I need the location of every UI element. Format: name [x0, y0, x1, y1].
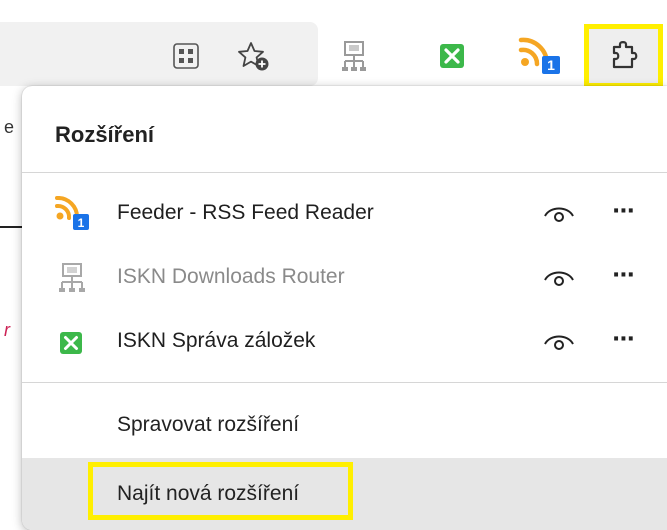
add-favorite-icon[interactable] [234, 36, 274, 76]
manage-extensions-label: Spravovat rozšíření [117, 413, 300, 436]
extension-row-downloads-router[interactable]: ISKN Downloads Router ⋯ [22, 248, 667, 308]
toolbar-feeder-badge: 1 [547, 57, 555, 73]
background-divider [0, 226, 22, 228]
extension-name: ISKN Downloads Router [117, 265, 345, 288]
divider [22, 382, 667, 383]
rss-feed-icon[interactable]: 1 [516, 36, 566, 76]
extensions-puzzle-icon [612, 41, 638, 69]
show-in-toolbar-eye-icon[interactable] [542, 328, 576, 356]
find-new-extensions-item[interactable]: Najít nová rozšíření [22, 458, 667, 530]
find-new-extensions-label: Najít nová rozšíření [117, 482, 300, 505]
background-text: e [4, 117, 15, 137]
extension-row-bookmark-manager[interactable]: ISKN Správa záložek ⋯ [22, 312, 667, 372]
bookmark-manager-icon[interactable] [432, 36, 472, 76]
downloads-router-icon[interactable] [334, 36, 374, 76]
feeder-badge: 1 [78, 216, 85, 230]
divider [22, 172, 667, 173]
more-options-button[interactable]: ⋯ [607, 198, 641, 228]
downloads-router-icon [59, 263, 85, 292]
rss-feed-icon: 1 [55, 196, 89, 230]
extension-name: Feeder - RSS Feed Reader [117, 201, 374, 224]
more-options-button[interactable]: ⋯ [607, 262, 641, 292]
show-in-toolbar-eye-icon[interactable] [542, 264, 576, 292]
extension-row-feeder[interactable]: 1 Feeder - RSS Feed Reader ⋯ [22, 184, 667, 244]
show-in-toolbar-eye-icon[interactable] [542, 200, 576, 228]
manage-extensions-item[interactable]: Spravovat rozšíření [22, 394, 667, 456]
bookmark-manager-icon [60, 332, 82, 354]
extensions-button[interactable] [584, 24, 663, 88]
extensions-popup: Rozšíření 1 Feeder - RSS Feed Reader ⋯ I… [22, 86, 667, 530]
background-text: r [4, 320, 10, 340]
popup-title: Rozšíření [55, 122, 155, 147]
browser-toolbar: 1 [0, 0, 667, 88]
app-grid-icon[interactable] [166, 36, 206, 76]
more-options-button[interactable]: ⋯ [607, 326, 641, 356]
extension-name: ISKN Správa záložek [117, 329, 316, 352]
